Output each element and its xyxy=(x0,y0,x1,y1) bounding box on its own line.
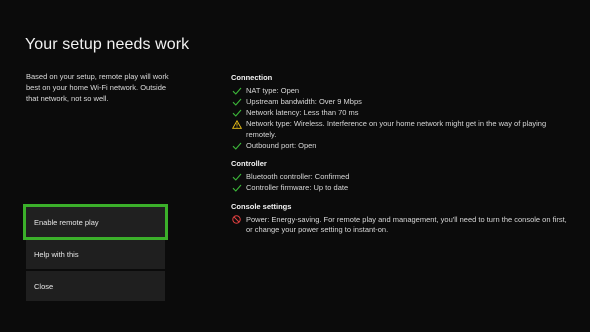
list-item: Bluetooth controller: Confirmed xyxy=(231,172,571,183)
check-icon xyxy=(231,141,242,151)
check-icon xyxy=(231,86,242,96)
status-text: Power: Energy-saving. For remote play an… xyxy=(246,214,567,235)
status-text: Outbound port: Open xyxy=(246,140,317,150)
page-title: Your setup needs work xyxy=(25,36,190,53)
enable-remote-play-button[interactable]: Enable remote play xyxy=(23,204,168,240)
status-text: Controller firmware: Up to date xyxy=(246,183,349,192)
diagnostics-panel: Connection NAT type: Open Upstream bandw… xyxy=(231,73,571,244)
section-title: Controller xyxy=(231,159,267,168)
list-item: Power: Energy-saving. For remote play an… xyxy=(231,215,571,236)
section-title: Connection xyxy=(231,73,273,82)
check-icon xyxy=(231,97,242,107)
section-title: Console settings xyxy=(231,201,292,211)
check-icon xyxy=(231,172,242,182)
help-with-this-label: Help with this xyxy=(34,249,79,259)
status-text: NAT type: Open xyxy=(246,86,300,95)
list-item: Network latency: Less than 70 ms xyxy=(231,108,571,119)
check-icon xyxy=(231,183,242,193)
status-text: Upstream bandwidth: Over 9 Mbps xyxy=(246,97,362,106)
list-item: Upstream bandwidth: Over 9 Mbps xyxy=(231,97,571,108)
list-item: NAT type: Open xyxy=(231,86,571,97)
list-item: Network type: Wireless. Interference on … xyxy=(231,119,571,140)
status-text: Network type: Wireless. Interference on … xyxy=(246,119,547,139)
check-icon xyxy=(231,108,242,118)
close-label: Close xyxy=(34,281,54,291)
enable-remote-play-label: Enable remote play xyxy=(34,217,99,227)
status-text: Bluetooth controller: Confirmed xyxy=(246,172,350,181)
console-settings-section: Console settings Power: Energy-saving. F… xyxy=(231,202,571,236)
help-with-this-button[interactable]: Help with this xyxy=(26,239,165,269)
connection-section: Connection NAT type: Open Upstream bandw… xyxy=(231,73,571,151)
controller-section: Controller Bluetooth controller: Confirm… xyxy=(231,159,571,194)
setup-description: Based on your setup, remote play will wo… xyxy=(26,72,169,103)
list-item: Outbound port: Open xyxy=(231,141,571,152)
status-text: Network latency: Less than 70 ms xyxy=(246,108,359,117)
warning-icon xyxy=(231,119,242,129)
list-item: Controller firmware: Up to date xyxy=(231,183,571,194)
action-menu: Enable remote play Help with this Close xyxy=(23,204,168,303)
close-button[interactable]: Close xyxy=(26,271,165,301)
blocked-icon xyxy=(231,215,242,225)
